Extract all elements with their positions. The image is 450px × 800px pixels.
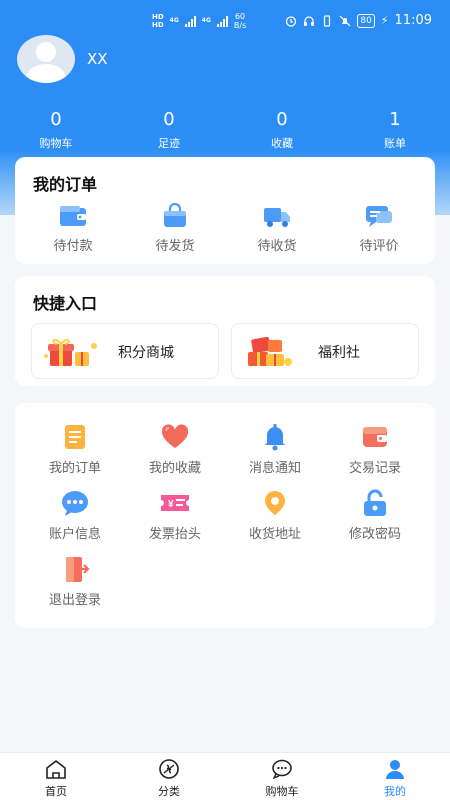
home-icon	[45, 759, 67, 779]
menu-label: 交易记录	[348, 461, 401, 476]
hd-indicator: HD HD	[152, 13, 164, 29]
door-exit-icon	[60, 555, 90, 583]
order-pending-review[interactable]: 待评价	[339, 203, 419, 254]
menu-invoice-title[interactable]: ¥ 发票抬头	[125, 489, 225, 542]
menu-change-password[interactable]: 修改密码	[325, 489, 425, 542]
headphones-icon	[303, 15, 315, 27]
order-pending-shipment[interactable]: 待发货	[135, 202, 215, 254]
gift-box-icon	[42, 334, 102, 370]
alarm-icon	[285, 15, 297, 27]
location-pin-icon	[260, 489, 290, 517]
chat-bubble-icon	[60, 489, 90, 517]
document-icon	[60, 423, 90, 451]
cart-chat-icon	[271, 759, 293, 780]
stat-label: 购物车	[39, 137, 73, 150]
menu-label: 修改密码	[348, 527, 401, 542]
username[interactable]: XX	[87, 50, 108, 68]
status-left: HD HD 4G 4G 60 B/s	[152, 12, 246, 30]
orders-card: 我的订单 待付款 待发货 待收货 待评价	[15, 157, 435, 264]
category-icon	[158, 759, 180, 779]
gift-pile-icon	[242, 334, 302, 370]
stat-value: 0	[50, 109, 62, 130]
menu-notifications[interactable]: 消息通知	[225, 423, 325, 476]
menu-shipping-address[interactable]: 收货地址	[225, 489, 325, 542]
order-label: 待付款	[53, 239, 93, 254]
menu-label: 账户信息	[48, 527, 101, 542]
order-label: 待评价	[359, 239, 399, 254]
stat-value: 1	[389, 109, 401, 130]
stat-favorites[interactable]: 0 收藏	[242, 110, 322, 151]
order-pending-receipt[interactable]: 待收货	[237, 203, 317, 254]
menu-label: 我的收藏	[148, 461, 201, 476]
battery-indicator: 80	[357, 13, 375, 28]
tab-mine[interactable]: 我的	[350, 759, 440, 799]
points-mall-label: 积分商城	[118, 345, 174, 361]
menu-logout[interactable]: 退出登录	[25, 555, 125, 608]
truck-icon	[262, 203, 292, 229]
chat-icon	[364, 203, 394, 229]
stat-label: 账单	[384, 137, 406, 150]
tab-label: 我的	[384, 785, 406, 798]
menu-account-info[interactable]: 账户信息	[25, 489, 125, 542]
stat-label: 足迹	[158, 137, 180, 150]
order-label: 待收货	[257, 239, 297, 254]
stat-cart[interactable]: 0 购物车	[16, 110, 96, 151]
tab-label: 购物车	[265, 785, 299, 798]
status-right: 80 ⚡ 11:09	[285, 13, 432, 28]
menu-label: 我的订单	[48, 461, 101, 476]
quick-entry-card: 快捷入口 积分商城 福利社	[15, 276, 435, 386]
welfare-club-button[interactable]: 福利社	[231, 323, 419, 379]
stat-label: 收藏	[271, 137, 293, 150]
network-speed: 60 B/s	[233, 12, 247, 30]
vibrate-icon	[321, 14, 333, 27]
tab-cart[interactable]: 购物车	[237, 759, 327, 799]
stat-value: 0	[276, 109, 288, 130]
user-icon	[384, 759, 406, 779]
network-label-2: 4G	[201, 17, 211, 24]
ticket-icon: ¥	[160, 489, 190, 517]
tab-category[interactable]: 分类	[124, 759, 214, 799]
welfare-club-label: 福利社	[318, 345, 360, 361]
network-label-1: 4G	[169, 17, 179, 24]
menu-label: 消息通知	[248, 461, 301, 476]
tab-label: 分类	[158, 785, 180, 798]
charging-icon: ⚡	[380, 14, 389, 27]
bell-icon	[260, 423, 290, 451]
points-mall-button[interactable]: 积分商城	[31, 323, 219, 379]
clock: 11:09	[394, 13, 432, 28]
avatar[interactable]	[17, 35, 75, 83]
mute-icon	[339, 15, 351, 27]
bottom-tab-bar: 首页 分类 购物车 我的	[0, 752, 450, 800]
stat-value: 0	[163, 109, 175, 130]
stat-footprint[interactable]: 0 足迹	[129, 110, 209, 151]
signal-icon	[184, 15, 196, 27]
stat-bills[interactable]: 1 账单	[355, 110, 435, 151]
tab-label: 首页	[45, 785, 67, 798]
bag-icon	[160, 202, 190, 229]
svg-text:¥: ¥	[168, 499, 174, 510]
quick-title: 快捷入口	[33, 294, 98, 313]
menu-label: 退出登录	[48, 593, 101, 608]
wallet-icon	[360, 423, 390, 451]
tab-home[interactable]: 首页	[11, 759, 101, 799]
stats-row: 0 购物车 0 足迹 0 收藏 1 账单	[0, 110, 450, 151]
menu-transactions[interactable]: 交易记录	[325, 423, 425, 476]
order-pending-payment[interactable]: 待付款	[33, 203, 113, 254]
status-bar: HD HD 4G 4G 60 B/s 80 ⚡ 11:09	[0, 10, 450, 34]
menu-card: 我的订单 我的收藏 消息通知 交易记录 账户信息 ¥ 发票抬头 收货地址 修改密…	[15, 403, 435, 628]
heart-icon	[160, 423, 190, 451]
menu-label: 收货地址	[248, 527, 301, 542]
wallet-icon	[58, 203, 88, 229]
menu-my-orders[interactable]: 我的订单	[25, 423, 125, 476]
menu-my-favorites[interactable]: 我的收藏	[125, 423, 225, 476]
orders-title: 我的订单	[33, 175, 98, 194]
lock-icon	[360, 489, 390, 517]
signal-icon-2	[216, 15, 228, 27]
order-label: 待发货	[155, 239, 195, 254]
menu-label: 发票抬头	[148, 527, 201, 542]
